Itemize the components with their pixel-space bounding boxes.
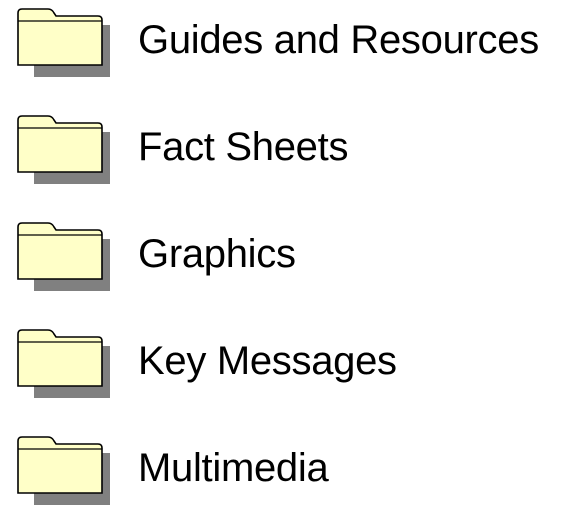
folder-item-guides-and-resources[interactable]: Guides and Resources: [0, 0, 584, 90]
folder-item-key-messages[interactable]: Key Messages: [0, 321, 584, 411]
folder-icon: [14, 3, 114, 83]
folder-icon: [14, 324, 114, 404]
folder-list: Guides and Resources Fact Sheets Graphic…: [0, 0, 584, 518]
folder-label: Graphics: [138, 232, 296, 276]
folder-icon: [14, 431, 114, 511]
folder-item-multimedia[interactable]: Multimedia: [0, 428, 584, 518]
folder-label: Guides and Resources: [138, 18, 539, 62]
folder-item-graphics[interactable]: Graphics: [0, 214, 584, 304]
folder-item-fact-sheets[interactable]: Fact Sheets: [0, 107, 584, 197]
folder-label: Key Messages: [138, 339, 397, 383]
folder-label: Fact Sheets: [138, 125, 349, 169]
folder-icon: [14, 110, 114, 190]
folder-label: Multimedia: [138, 446, 329, 490]
folder-icon: [14, 217, 114, 297]
